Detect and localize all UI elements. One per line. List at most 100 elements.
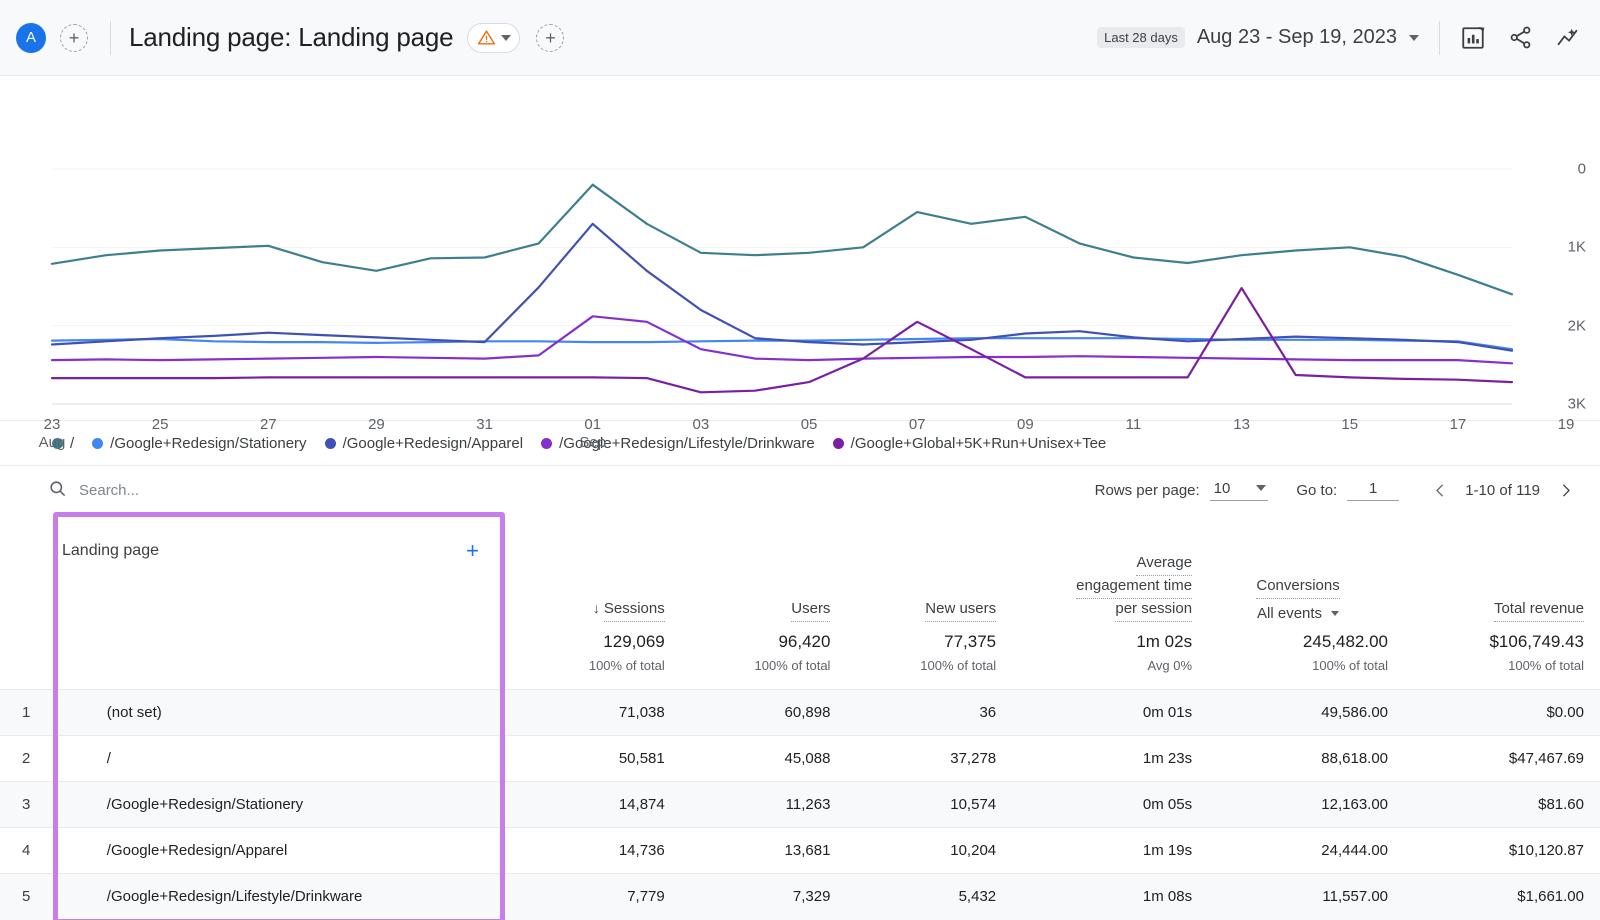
row-metric-cell: 14,874	[515, 782, 681, 828]
row-metric-cell: 60,898	[681, 690, 847, 736]
row-metric-cell: 36	[846, 690, 1012, 736]
legend-label: /	[70, 435, 74, 452]
legend-color-dot	[325, 438, 336, 449]
add-card-button[interactable]: +	[536, 24, 564, 52]
chart-x-tick: 05	[801, 416, 818, 434]
chart-x-tick: 03	[693, 416, 710, 434]
column-header-conversions[interactable]: Conversions All events	[1208, 514, 1404, 632]
chart-x-tick: 31	[476, 416, 493, 434]
totals-value: 96,420	[681, 632, 847, 652]
trend-chart: 3K2K1K0 23Aug2527293101Sep03050709111315…	[0, 76, 1600, 421]
column-header-sessions[interactable]: ↓Sessions	[515, 514, 681, 632]
chart-x-tick: 29	[368, 416, 385, 434]
column-header-avg-engagement-time[interactable]: Average engagement time per session	[1012, 514, 1208, 632]
chart-x-tick: 19	[1558, 416, 1575, 434]
warning-triangle-icon	[477, 28, 496, 47]
header-divider-2	[1439, 21, 1440, 55]
date-range-chevron-down-icon[interactable]	[1409, 35, 1419, 41]
rows-per-page-select[interactable]: 10	[1210, 480, 1269, 501]
search-input[interactable]	[79, 482, 359, 499]
date-range-label[interactable]: Aug 23 - Sep 19, 2023	[1197, 26, 1397, 49]
totals-subtext: 100% of total	[1208, 658, 1404, 673]
chart-x-tick-day: 19	[1558, 416, 1575, 434]
chart-line-series	[52, 224, 1512, 351]
chart-x-tick-day: 31	[476, 416, 493, 434]
all-events-select[interactable]: All events	[1257, 605, 1339, 622]
row-metric-cell: 45,088	[681, 736, 847, 782]
edit-chart-icon[interactable]	[1460, 25, 1486, 51]
legend-label: /Google+Redesign/Apparel	[343, 435, 524, 452]
legend-color-dot	[92, 438, 103, 449]
chart-x-tick: 27	[260, 416, 277, 434]
chart-x-tick: 17	[1450, 416, 1467, 434]
row-metric-cell: $1,661.00	[1404, 874, 1600, 920]
column-header-label: New users	[925, 599, 996, 622]
column-header-users[interactable]: Users	[681, 514, 847, 632]
add-comparison-button[interactable]: +	[60, 24, 88, 52]
share-icon[interactable]	[1508, 25, 1533, 50]
row-index: 3	[0, 782, 45, 828]
row-dimension[interactable]: /Google+Redesign/Lifestyle/Drinkware	[45, 874, 515, 920]
next-page-button[interactable]	[1550, 475, 1580, 505]
row-metric-cell: 24,444.00	[1208, 828, 1404, 874]
chart-x-tick-day: 07	[909, 416, 926, 434]
page-title: Landing page: Landing page	[129, 22, 453, 53]
table-row[interactable]: 1(not set)71,03860,898360m 01s49,586.00$…	[0, 690, 1600, 736]
row-dimension[interactable]: /Google+Redesign/Stationery	[45, 782, 515, 828]
row-metric-cell: 10,574	[846, 782, 1012, 828]
legend-item[interactable]: /Google+Global+5K+Run+Unisex+Tee	[833, 435, 1107, 452]
chart-x-tick: 15	[1341, 416, 1358, 434]
avatar[interactable]: A	[16, 23, 46, 53]
chart-x-tick-day: 11	[1126, 416, 1142, 434]
chart-x-tick-day: 05	[801, 416, 818, 434]
row-dimension[interactable]: /	[45, 736, 515, 782]
warning-chip[interactable]	[467, 23, 520, 53]
row-dimension[interactable]: /Google+Redesign/Apparel	[45, 828, 515, 874]
column-header-new-users[interactable]: New users	[846, 514, 1012, 632]
row-metric-cell: 7,779	[515, 874, 681, 920]
column-header-label: Sessions	[604, 599, 665, 622]
row-index: 1	[0, 690, 45, 736]
chart-x-tick-day: 27	[260, 416, 277, 434]
legend-item[interactable]: /Google+Redesign/Stationery	[92, 435, 306, 452]
table-body: 129,069100% of total96,420100% of total7…	[0, 632, 1600, 920]
table-row[interactable]: 2/50,58145,08837,2781m 23s88,618.00$47,4…	[0, 736, 1600, 782]
dimension-header-cell: Landing page +	[0, 514, 515, 632]
row-metric-cell: 14,736	[515, 828, 681, 874]
goto-input[interactable]: 1	[1347, 480, 1399, 501]
insights-icon[interactable]	[1555, 25, 1580, 50]
search-box[interactable]	[48, 479, 359, 502]
app-header: A + Landing page: Landing page + Last 28…	[0, 0, 1600, 76]
chart-x-tick-day: 09	[1017, 416, 1034, 434]
row-dimension[interactable]: (not set)	[45, 690, 515, 736]
table-row[interactable]: 3/Google+Redesign/Stationery14,87411,263…	[0, 782, 1600, 828]
row-metric-cell: 7,329	[681, 874, 847, 920]
totals-subtext: Avg 0%	[1012, 658, 1208, 673]
chart-x-tick-day: 29	[368, 416, 385, 434]
prev-page-button[interactable]	[1425, 475, 1455, 505]
totals-subtext: 100% of total	[846, 658, 1012, 673]
totals-value: $106,749.43	[1404, 632, 1600, 652]
table-row[interactable]: 5/Google+Redesign/Lifestyle/Drinkware7,7…	[0, 874, 1600, 920]
legend-color-dot	[541, 438, 552, 449]
chart-line-series	[52, 185, 1512, 295]
legend-label: /Google+Redesign/Stationery	[110, 435, 306, 452]
chart-x-tick-day: 25	[152, 416, 169, 434]
add-dimension-button[interactable]: +	[466, 540, 479, 562]
header-divider	[110, 21, 111, 55]
chart-x-tick: 09	[1017, 416, 1034, 434]
column-header-total-revenue[interactable]: Total revenue	[1404, 514, 1600, 632]
chart-x-tick-day: 01	[579, 416, 606, 434]
row-metric-cell: 1m 08s	[1012, 874, 1208, 920]
chart-x-tick: 07	[909, 416, 926, 434]
chart-x-tick-month: Aug	[39, 434, 66, 452]
date-preset-badge: Last 28 days	[1097, 27, 1185, 48]
chevron-down-icon	[1256, 485, 1266, 491]
chart-series	[52, 185, 1512, 393]
legend-item[interactable]: /Google+Redesign/Apparel	[325, 435, 524, 452]
chart-y-tick: 3K	[1568, 396, 1586, 413]
table-row[interactable]: 4/Google+Redesign/Apparel14,73613,68110,…	[0, 828, 1600, 874]
totals-cell: 1m 02sAvg 0%	[1012, 632, 1208, 690]
column-header-label-line3: per session	[1115, 599, 1192, 622]
row-metric-cell: 11,557.00	[1208, 874, 1404, 920]
